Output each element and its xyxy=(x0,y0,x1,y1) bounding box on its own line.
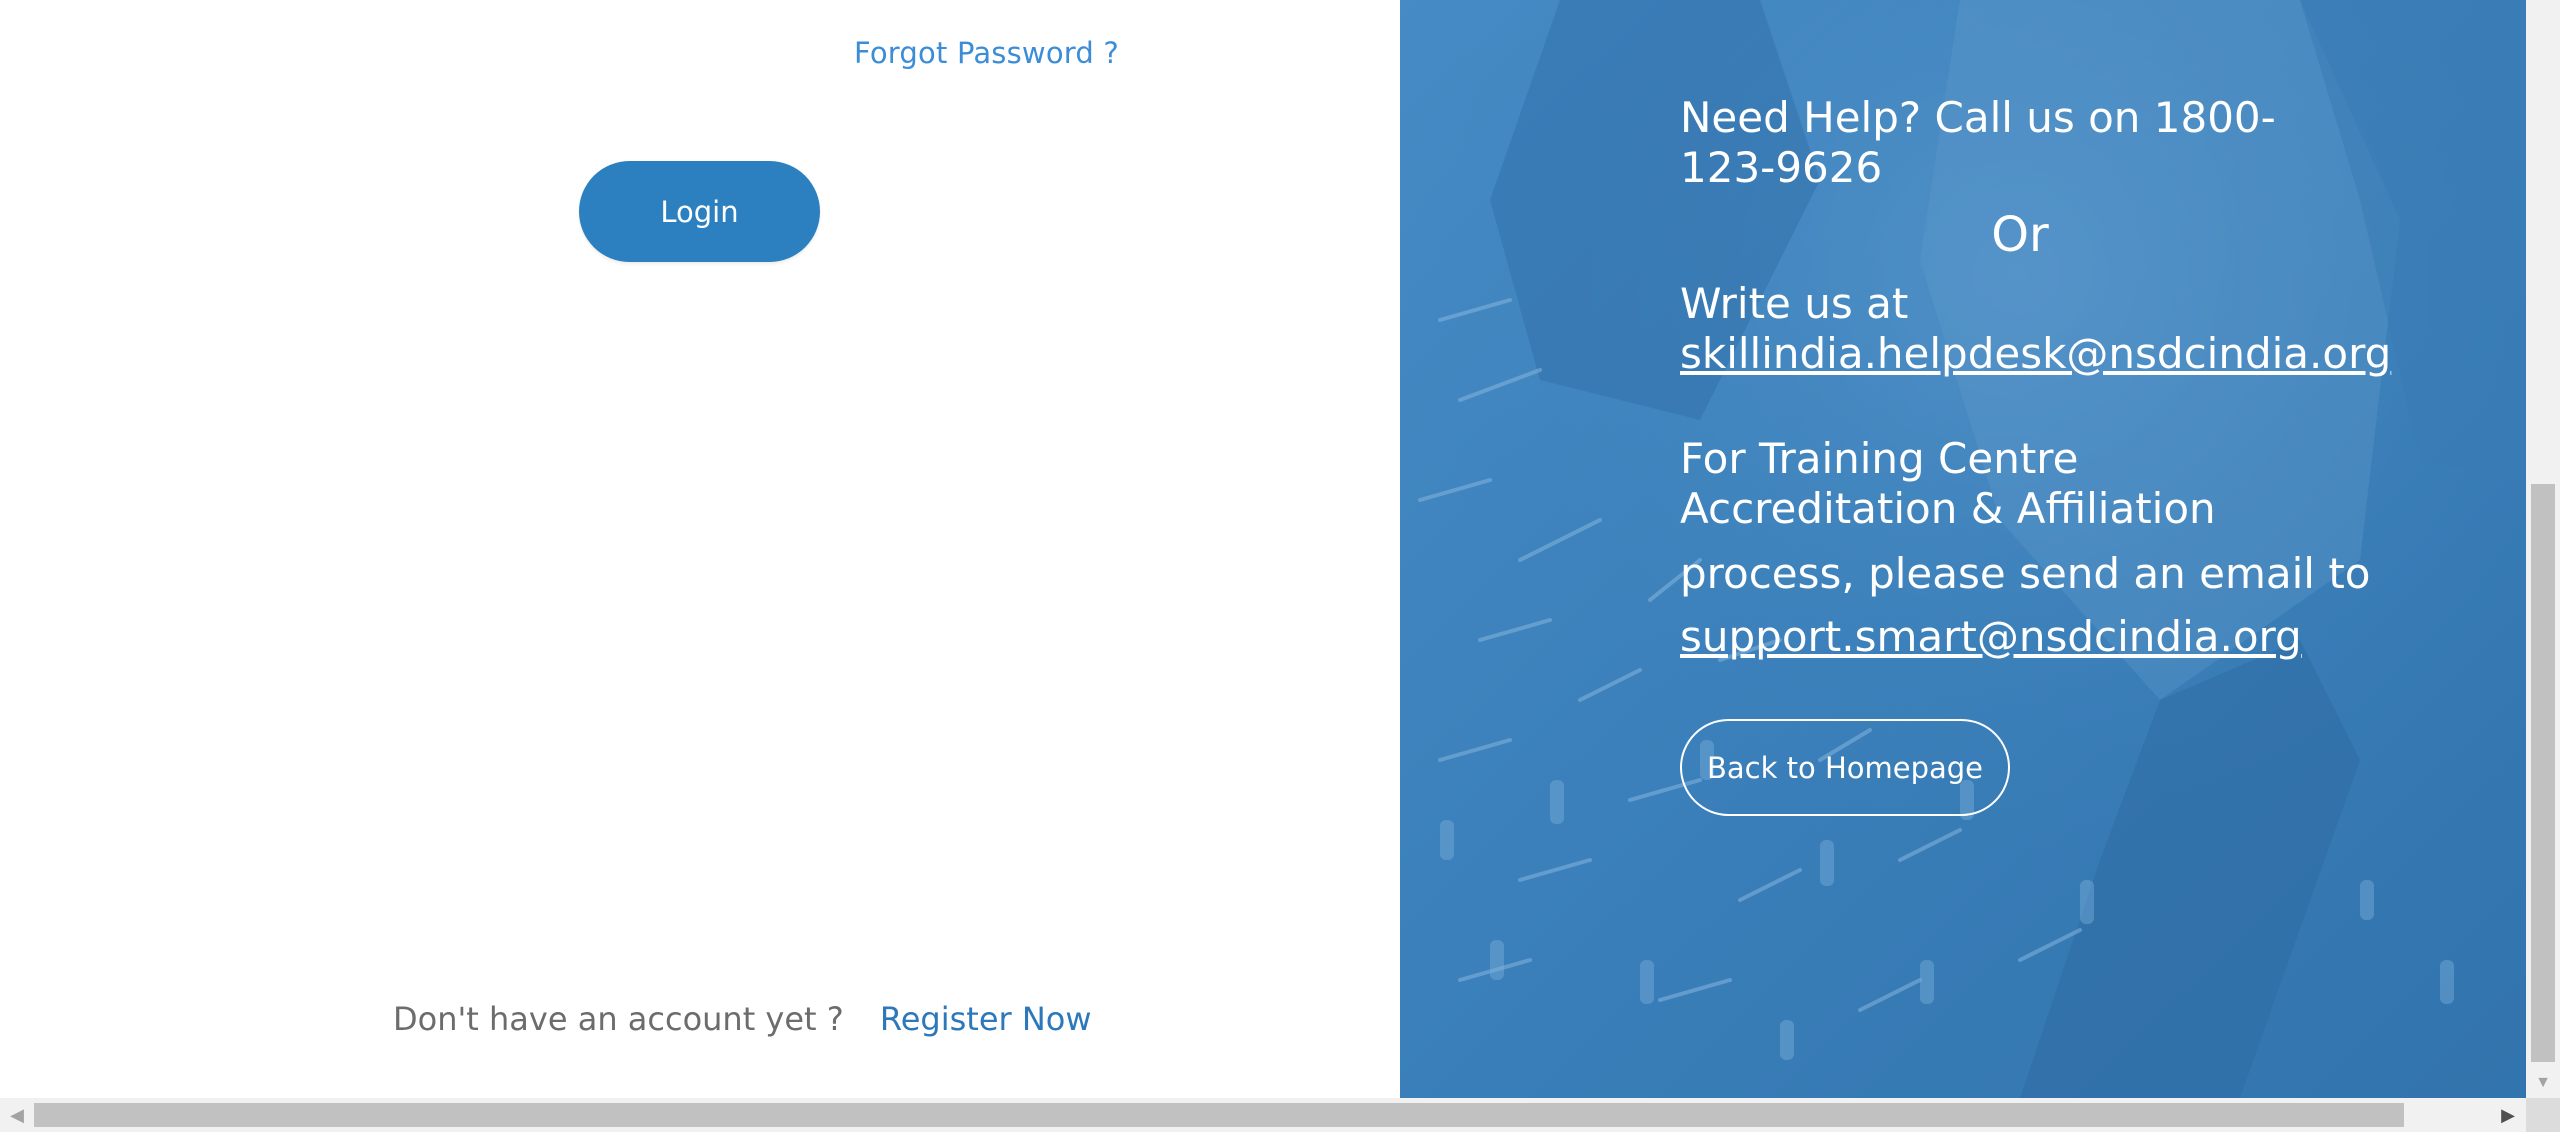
login-panel: Forgot Password ? Login Don't have an ac… xyxy=(0,0,1400,1098)
horizontal-scrollbar-thumb[interactable] xyxy=(34,1103,2404,1127)
vertical-scrollbar[interactable]: ▼ xyxy=(2526,0,2560,1098)
back-to-homepage-button[interactable]: Back to Homepage xyxy=(1680,719,2010,816)
forgot-password-link[interactable]: Forgot Password ? xyxy=(854,36,1119,70)
help-or-divider: Or xyxy=(1991,207,2049,263)
caret-right-icon[interactable]: ▶ xyxy=(2493,1098,2523,1132)
help-panel: Need Help? Call us on 1800-123-9626 Or W… xyxy=(1400,0,2526,1098)
horizontal-scrollbar[interactable]: ◀ ▶ xyxy=(0,1098,2560,1132)
help-write-text: Write us at xyxy=(1680,279,1909,328)
chevron-down-icon[interactable]: ▼ xyxy=(2526,1068,2560,1098)
login-button[interactable]: Login xyxy=(579,161,820,262)
vertical-scrollbar-thumb[interactable] xyxy=(2531,484,2555,1062)
process-text: process, please send an email to xyxy=(1680,549,2371,598)
help-phone-line: Need Help? Call us on 1800-123-9626 xyxy=(1680,93,2276,192)
register-now-link[interactable]: Register Now xyxy=(880,1000,1092,1038)
scrollbar-corner xyxy=(2526,1098,2560,1132)
register-prompt: Don't have an account yet ? Register Now xyxy=(393,1000,1092,1038)
support-email-link[interactable]: support.smart@nsdcindia.org xyxy=(1680,612,2360,662)
accreditation-text: For Training Centre Accreditation & Affi… xyxy=(1680,434,2216,533)
page-viewport: Forgot Password ? Login Don't have an ac… xyxy=(0,0,2560,1132)
caret-left-icon[interactable]: ◀ xyxy=(2,1098,32,1132)
no-account-text: Don't have an account yet ? xyxy=(393,1000,844,1038)
helpdesk-email-link[interactable]: skillindia.helpdesk@nsdcindia.org xyxy=(1680,329,2391,379)
